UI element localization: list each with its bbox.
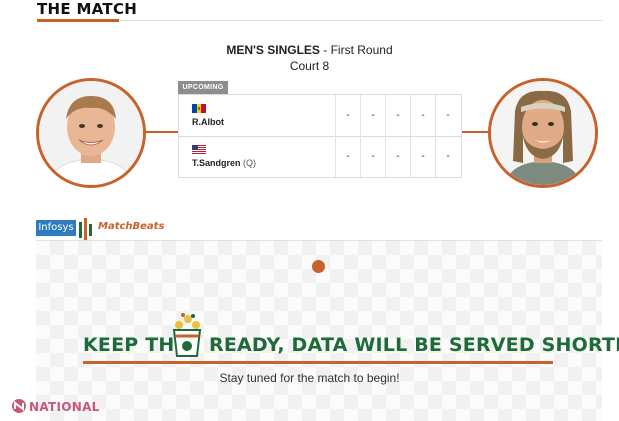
loading-dot <box>312 260 325 273</box>
set-score-cell: - <box>335 95 360 136</box>
status-badge: UPCOMING <box>178 81 228 94</box>
player-1-portrait <box>39 81 143 185</box>
national-logo-icon <box>12 399 26 413</box>
usa-flag-icon <box>192 145 206 154</box>
player-2-name-text: T.Sandgren <box>192 158 241 168</box>
match-category: MEN'S SINGLES <box>226 43 320 57</box>
matchbeats-wordmark: MatchBeats <box>98 221 165 232</box>
match-round: First Round <box>330 43 393 57</box>
set-score-cell: - <box>410 95 435 136</box>
player-2-name[interactable]: T.Sandgren (Q) <box>192 158 256 168</box>
section-title-underline <box>37 19 119 22</box>
player-2-seed: (Q) <box>243 158 257 168</box>
left-connector-line <box>146 131 178 133</box>
scoreboard: R.Albot - - - - - T.Sandgren (Q) - - - -… <box>178 94 462 178</box>
infosys-logo: Infosys <box>36 220 76 236</box>
player-row[interactable]: T.Sandgren (Q) - - - - - <box>179 136 461 177</box>
section-divider <box>37 20 603 21</box>
set-score-cell: - <box>410 136 435 177</box>
round-separator: - <box>319 43 331 57</box>
player-1-name[interactable]: R.Albot <box>192 117 224 127</box>
section-title: THE MATCH <box>37 0 138 18</box>
matchbeats-bars-icon <box>79 218 92 240</box>
headline-underline <box>83 361 553 364</box>
moldova-flag-icon <box>192 104 206 113</box>
match-header: MEN'S SINGLES - First Round Court 8 <box>0 43 619 74</box>
player-2-photo[interactable] <box>488 78 598 188</box>
national-watermark: NATIONAL <box>29 400 100 414</box>
player-1-name-text: R.Albot <box>192 117 224 127</box>
placeholder-headline-end: READY, DATA WILL BE SERVED SHORTLY. <box>209 334 619 356</box>
set-score-cell: - <box>385 95 410 136</box>
set-score-cell: - <box>360 95 385 136</box>
player-2-portrait <box>491 81 595 185</box>
set-score-cell: - <box>335 136 360 177</box>
set-score-cell: - <box>435 95 460 136</box>
right-connector-line <box>460 131 490 133</box>
match-round-line: MEN'S SINGLES - First Round <box>0 43 619 58</box>
set-score-cell: - <box>435 136 460 177</box>
placeholder-subtext: Stay tuned for the match to begin! <box>219 371 400 385</box>
player-row[interactable]: R.Albot - - - - - <box>179 95 461 137</box>
tennis-ball-bucket-icon <box>172 313 202 357</box>
match-court: Court 8 <box>289 59 330 73</box>
set-score-cell: - <box>360 136 385 177</box>
set-score-cell: - <box>385 136 410 177</box>
player-1-photo[interactable] <box>36 78 146 188</box>
